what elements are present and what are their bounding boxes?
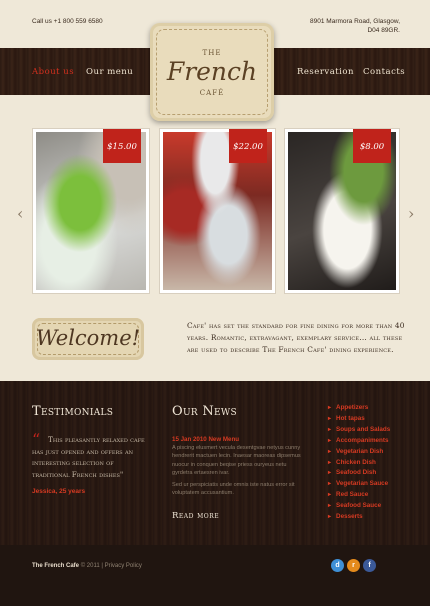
facebook-icon[interactable]: f: [363, 559, 376, 572]
address: 8901 Marmora Road, Glasgow, D04 89GR.: [310, 17, 400, 35]
menu-item-soups-salads[interactable]: Soups and Salads: [328, 425, 390, 436]
footer-brand: The French Cafe: [32, 563, 80, 569]
welcome-text: Cafe' has set the standard for fine dini…: [187, 321, 405, 354]
welcome-badge: Welcome!: [32, 318, 144, 360]
testimonial-author: Jessica, 25 years: [32, 488, 86, 495]
menu-item-seafood-dish[interactable]: Seafood Dish: [328, 468, 390, 479]
news-text-2: Sed ur perspiciatis unde omnis iste natu…: [172, 482, 295, 497]
news-date-title[interactable]: 15 Jan 2010 New Menu: [172, 436, 239, 443]
price-tag: $22.00: [229, 129, 267, 163]
menu-item-red-sauce[interactable]: Red Sauce: [328, 490, 390, 501]
menu-item-hot-tapas[interactable]: Hot tapas: [328, 414, 390, 425]
footer-separator: |: [101, 563, 103, 569]
news-text: A piscing elusmert vecula desentgvae net…: [172, 445, 301, 476]
logo-the: THE: [202, 49, 222, 57]
gallery-next-arrow-icon[interactable]: ›: [408, 204, 414, 223]
address-line-1: 8901 Marmora Road, Glasgow,: [310, 18, 400, 25]
menu-item-desserts[interactable]: Desserts: [328, 512, 390, 523]
nav-reservation[interactable]: Reservation: [297, 67, 354, 77]
price-tag: $15.00: [103, 129, 141, 163]
menu-item-vegetarian-sauce[interactable]: Vegetarian Sauce: [328, 479, 390, 490]
logo-name: French: [166, 57, 258, 86]
price-tag: $8.00: [353, 129, 391, 163]
address-line-2: D04 89GR.: [367, 27, 400, 34]
gallery-card-2[interactable]: $22.00: [159, 128, 276, 294]
gallery-card-3[interactable]: $8.00: [284, 128, 400, 294]
testimonials-title: Testimonials: [32, 404, 114, 419]
menu-categories: Appetizers Hot tapas Soups and Salads Ac…: [328, 403, 390, 523]
read-more-link[interactable]: Read more: [172, 511, 219, 521]
menu-item-appetizers[interactable]: Appetizers: [328, 403, 390, 414]
menu-item-chicken-dish[interactable]: Chicken Dish: [328, 458, 390, 469]
privacy-policy-link[interactable]: Privacy Policy: [105, 563, 142, 569]
welcome-title: Welcome!: [35, 326, 141, 350]
nav-contacts[interactable]: Contacts: [363, 67, 405, 77]
delicious-icon[interactable]: d: [331, 559, 344, 572]
footer-copyright: © 2011: [80, 563, 100, 569]
gallery-card-1[interactable]: $15.00: [32, 128, 150, 294]
phone-number: Call us +1 800 559 6580: [32, 18, 103, 25]
news-title: Our News: [172, 404, 237, 419]
menu-item-seafood-sauce[interactable]: Seafood Sauce: [328, 501, 390, 512]
site-logo[interactable]: THE French CAFÉ: [150, 23, 274, 121]
nav-our-menu[interactable]: Our menu: [86, 67, 133, 77]
menu-item-accompaniments[interactable]: Accompaniments: [328, 436, 390, 447]
rss-icon[interactable]: r: [347, 559, 360, 572]
footer-text: The French Cafe © 2011 | Privacy Policy: [32, 563, 142, 569]
menu-item-vegetarian-dish[interactable]: Vegetarian Dish: [328, 447, 390, 458]
nav-about-us[interactable]: About us: [32, 67, 74, 77]
logo-cafe: CAFÉ: [199, 89, 225, 97]
footer: [0, 545, 430, 606]
testimonial-quote: This pleasantly relaxed cafe has just op…: [32, 435, 145, 479]
gallery-prev-arrow-icon[interactable]: ‹: [17, 204, 23, 223]
